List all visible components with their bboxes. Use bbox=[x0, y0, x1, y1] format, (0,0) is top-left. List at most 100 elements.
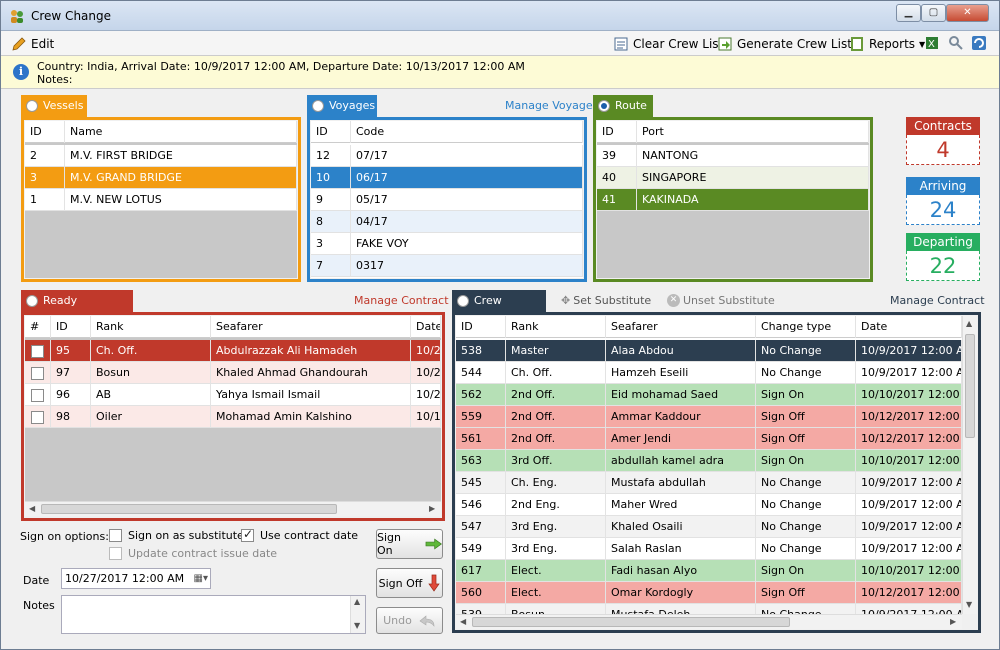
ready-row-checkbox[interactable] bbox=[25, 362, 51, 384]
search-icon[interactable] bbox=[948, 35, 964, 51]
edit-button[interactable]: Edit bbox=[11, 35, 54, 53]
vessels-col-name[interactable]: Name bbox=[65, 121, 297, 143]
crew-col-date[interactable]: Date bbox=[856, 316, 962, 338]
sign-on-substitute-checkbox[interactable] bbox=[109, 529, 122, 542]
calendar-icon[interactable]: ▦▾ bbox=[194, 573, 210, 584]
scroll-left-icon[interactable]: ◀ bbox=[460, 617, 466, 626]
crew-row[interactable]: 544 Ch. Off. Hamzeh Eseili No Change 10/9/20… bbox=[456, 362, 962, 384]
route-row[interactable]: 40 SINGAPORE bbox=[597, 167, 869, 189]
voyages-col-id[interactable]: ID bbox=[311, 121, 351, 143]
ready-col-check[interactable]: # bbox=[25, 316, 51, 338]
reports-dropdown[interactable]: Reports ▼ bbox=[849, 35, 925, 53]
ready-contract-row[interactable]: 98 Oiler Mohamad Amin Kalshino 10/10/ bbox=[25, 406, 441, 428]
update-issue-date-option[interactable]: Update contract issue date bbox=[109, 547, 277, 560]
vessel-row[interactable]: 1 M.V. NEW LOTUS bbox=[25, 189, 297, 211]
voyage-row[interactable]: 9 05/17 bbox=[311, 189, 583, 211]
scroll-up-icon[interactable]: ▲ bbox=[966, 319, 972, 328]
notes-textarea[interactable]: ▲ ▼ bbox=[61, 595, 366, 634]
crew-row-selected[interactable]: 538 Master Alaa Abdou No Change 10/9/2017 12… bbox=[456, 340, 962, 362]
ready-contracts-hscrollbar[interactable]: ◀ ▶ bbox=[25, 501, 441, 516]
ready-col-seafarer[interactable]: Seafarer bbox=[211, 316, 411, 338]
voyage-row-selected[interactable]: 10 06/17 bbox=[311, 167, 583, 189]
use-contract-date-option[interactable]: Use contract date bbox=[241, 527, 358, 542]
ready-row-checkbox[interactable] bbox=[25, 384, 51, 406]
crew-row[interactable]: 563 3rd Off. abdullah kamel adra Sign On 10/… bbox=[456, 450, 962, 472]
scroll-down-icon[interactable]: ▼ bbox=[354, 621, 360, 630]
crew-row[interactable]: 617 Elect. Fadi hasan Alyo Sign On 10/10/201… bbox=[456, 560, 962, 582]
voyage-row[interactable]: 12 07/17 bbox=[311, 145, 583, 167]
crew-row[interactable]: 546 2nd Eng. Maher Wred No Change 10/9/2017 … bbox=[456, 494, 962, 516]
generate-crew-list-button[interactable]: Generate Crew List bbox=[717, 35, 852, 53]
sign-on-substitute-option[interactable]: Sign on as substitute bbox=[109, 529, 244, 542]
manage-voyage-link[interactable]: Manage Voyage bbox=[505, 99, 593, 112]
sign-off-button[interactable]: Sign Off bbox=[376, 568, 443, 598]
unset-substitute-button[interactable]: ✕ Unset Substitute bbox=[667, 294, 775, 307]
crew-row[interactable]: 562 2nd Off. Eid mohamad Saed Sign On 10/10/… bbox=[456, 384, 962, 406]
ready-contract-row[interactable]: 97 Bosun Khaled Ahmad Ghandourah 10/27/ bbox=[25, 362, 441, 384]
vessel-row-selected[interactable]: 3 M.V. GRAND BRIDGE bbox=[25, 167, 297, 189]
vessel-row[interactable]: 2 M.V. FIRST BRIDGE bbox=[25, 145, 297, 167]
crew-row[interactable]: 561 2nd Off. Amer Jendi Sign Off 10/12/2017 … bbox=[456, 428, 962, 450]
tab-crew-change[interactable]: Crew Change bbox=[452, 290, 546, 329]
route-radio[interactable] bbox=[598, 100, 610, 112]
crew-col-rank[interactable]: Rank bbox=[506, 316, 606, 338]
tab-ready-contracts[interactable]: Ready Contracts bbox=[21, 290, 133, 329]
route-col-id[interactable]: ID bbox=[597, 121, 637, 143]
ready-row-checkbox[interactable] bbox=[25, 406, 51, 428]
crew-row[interactable]: 560 Elect. Omar Kordogly Sign Off 10/12/2017… bbox=[456, 582, 962, 604]
route-row-selected[interactable]: 41 KAKINADA bbox=[597, 189, 869, 211]
route-col-port[interactable]: Port bbox=[637, 121, 869, 143]
tab-vessels[interactable]: Vessels bbox=[21, 95, 87, 117]
crew-col-change-type[interactable]: Change type bbox=[756, 316, 856, 338]
refresh-icon[interactable] bbox=[971, 35, 987, 51]
scroll-thumb[interactable] bbox=[965, 334, 975, 438]
voyages-radio[interactable] bbox=[312, 100, 324, 112]
crew-change-radio[interactable] bbox=[457, 295, 469, 307]
minimize-button[interactable]: ▁ bbox=[896, 4, 921, 22]
manage-contract-link-crew[interactable]: Manage Contract bbox=[890, 294, 985, 307]
crew-change-vscrollbar[interactable]: ▲ ▼ bbox=[962, 316, 977, 614]
ready-col-id[interactable]: ID bbox=[51, 316, 91, 338]
scroll-right-icon[interactable]: ▶ bbox=[429, 504, 435, 513]
close-button[interactable]: ✕ bbox=[946, 4, 989, 22]
crew-change-hscrollbar[interactable]: ◀ ▶ bbox=[456, 614, 962, 629]
voyage-row[interactable]: 8 04/17 bbox=[311, 211, 583, 233]
scroll-up-icon[interactable]: ▲ bbox=[354, 597, 360, 606]
crew-col-id[interactable]: ID bbox=[456, 316, 506, 338]
ready-row-checkbox[interactable] bbox=[25, 340, 51, 362]
sign-on-button[interactable]: Sign On bbox=[376, 529, 443, 559]
scroll-left-icon[interactable]: ◀ bbox=[29, 504, 35, 513]
route-row[interactable]: 39 NANTONG bbox=[597, 145, 869, 167]
manage-contract-link[interactable]: Manage Contract bbox=[354, 294, 449, 307]
excel-export-icon[interactable]: X bbox=[925, 35, 941, 51]
vessels-col-id[interactable]: ID bbox=[25, 121, 65, 143]
scroll-thumb[interactable] bbox=[41, 504, 337, 514]
scroll-right-icon[interactable]: ▶ bbox=[950, 617, 956, 626]
tab-route[interactable]: Route bbox=[593, 95, 653, 117]
ready-col-rank[interactable]: Rank bbox=[91, 316, 211, 338]
date-picker[interactable]: 10/27/2017 12:00 AM ▦▾ bbox=[61, 568, 211, 589]
crew-col-seafarer[interactable]: Seafarer bbox=[606, 316, 756, 338]
ready-contract-row[interactable]: 96 AB Yahya Ismail Ismail 10/27/ bbox=[25, 384, 441, 406]
crew-row[interactable]: 549 3rd Eng. Salah Raslan No Change 10/9/201… bbox=[456, 538, 962, 560]
tab-voyages[interactable]: Voyages bbox=[307, 95, 377, 117]
voyage-row[interactable]: 7 0317 bbox=[311, 255, 583, 277]
ready-col-date[interactable]: Date bbox=[411, 316, 441, 338]
crew-row[interactable]: 539BosunMustafa DelehNo Change10/9/2017 … bbox=[456, 604, 962, 614]
scroll-thumb[interactable] bbox=[472, 617, 790, 627]
set-substitute-button[interactable]: ✥ Set Substitute bbox=[561, 294, 651, 307]
vessels-radio[interactable] bbox=[26, 100, 38, 112]
scroll-down-icon[interactable]: ▼ bbox=[966, 600, 972, 609]
use-contract-date-checkbox[interactable] bbox=[241, 527, 254, 542]
update-issue-date-checkbox[interactable] bbox=[109, 547, 122, 560]
maximize-button[interactable]: ▢ bbox=[921, 4, 946, 22]
voyages-col-code[interactable]: Code bbox=[351, 121, 583, 143]
ready-contracts-radio[interactable] bbox=[26, 295, 38, 307]
notes-scrollbar[interactable]: ▲ ▼ bbox=[350, 596, 365, 633]
ready-contract-row-selected[interactable]: 95 Ch. Off. Abdulrazzak Ali Hamadeh 10/2… bbox=[25, 340, 441, 362]
voyage-row[interactable]: 3 FAKE VOY bbox=[311, 233, 583, 255]
clear-crew-list-button[interactable]: Clear Crew List bbox=[613, 35, 723, 53]
undo-button[interactable]: Undo bbox=[376, 607, 443, 634]
crew-row[interactable]: 547 3rd Eng. Khaled Osaili No Change 10/9/20… bbox=[456, 516, 962, 538]
crew-row[interactable]: 545 Ch. Eng. Mustafa abdullah No Change 10/9… bbox=[456, 472, 962, 494]
